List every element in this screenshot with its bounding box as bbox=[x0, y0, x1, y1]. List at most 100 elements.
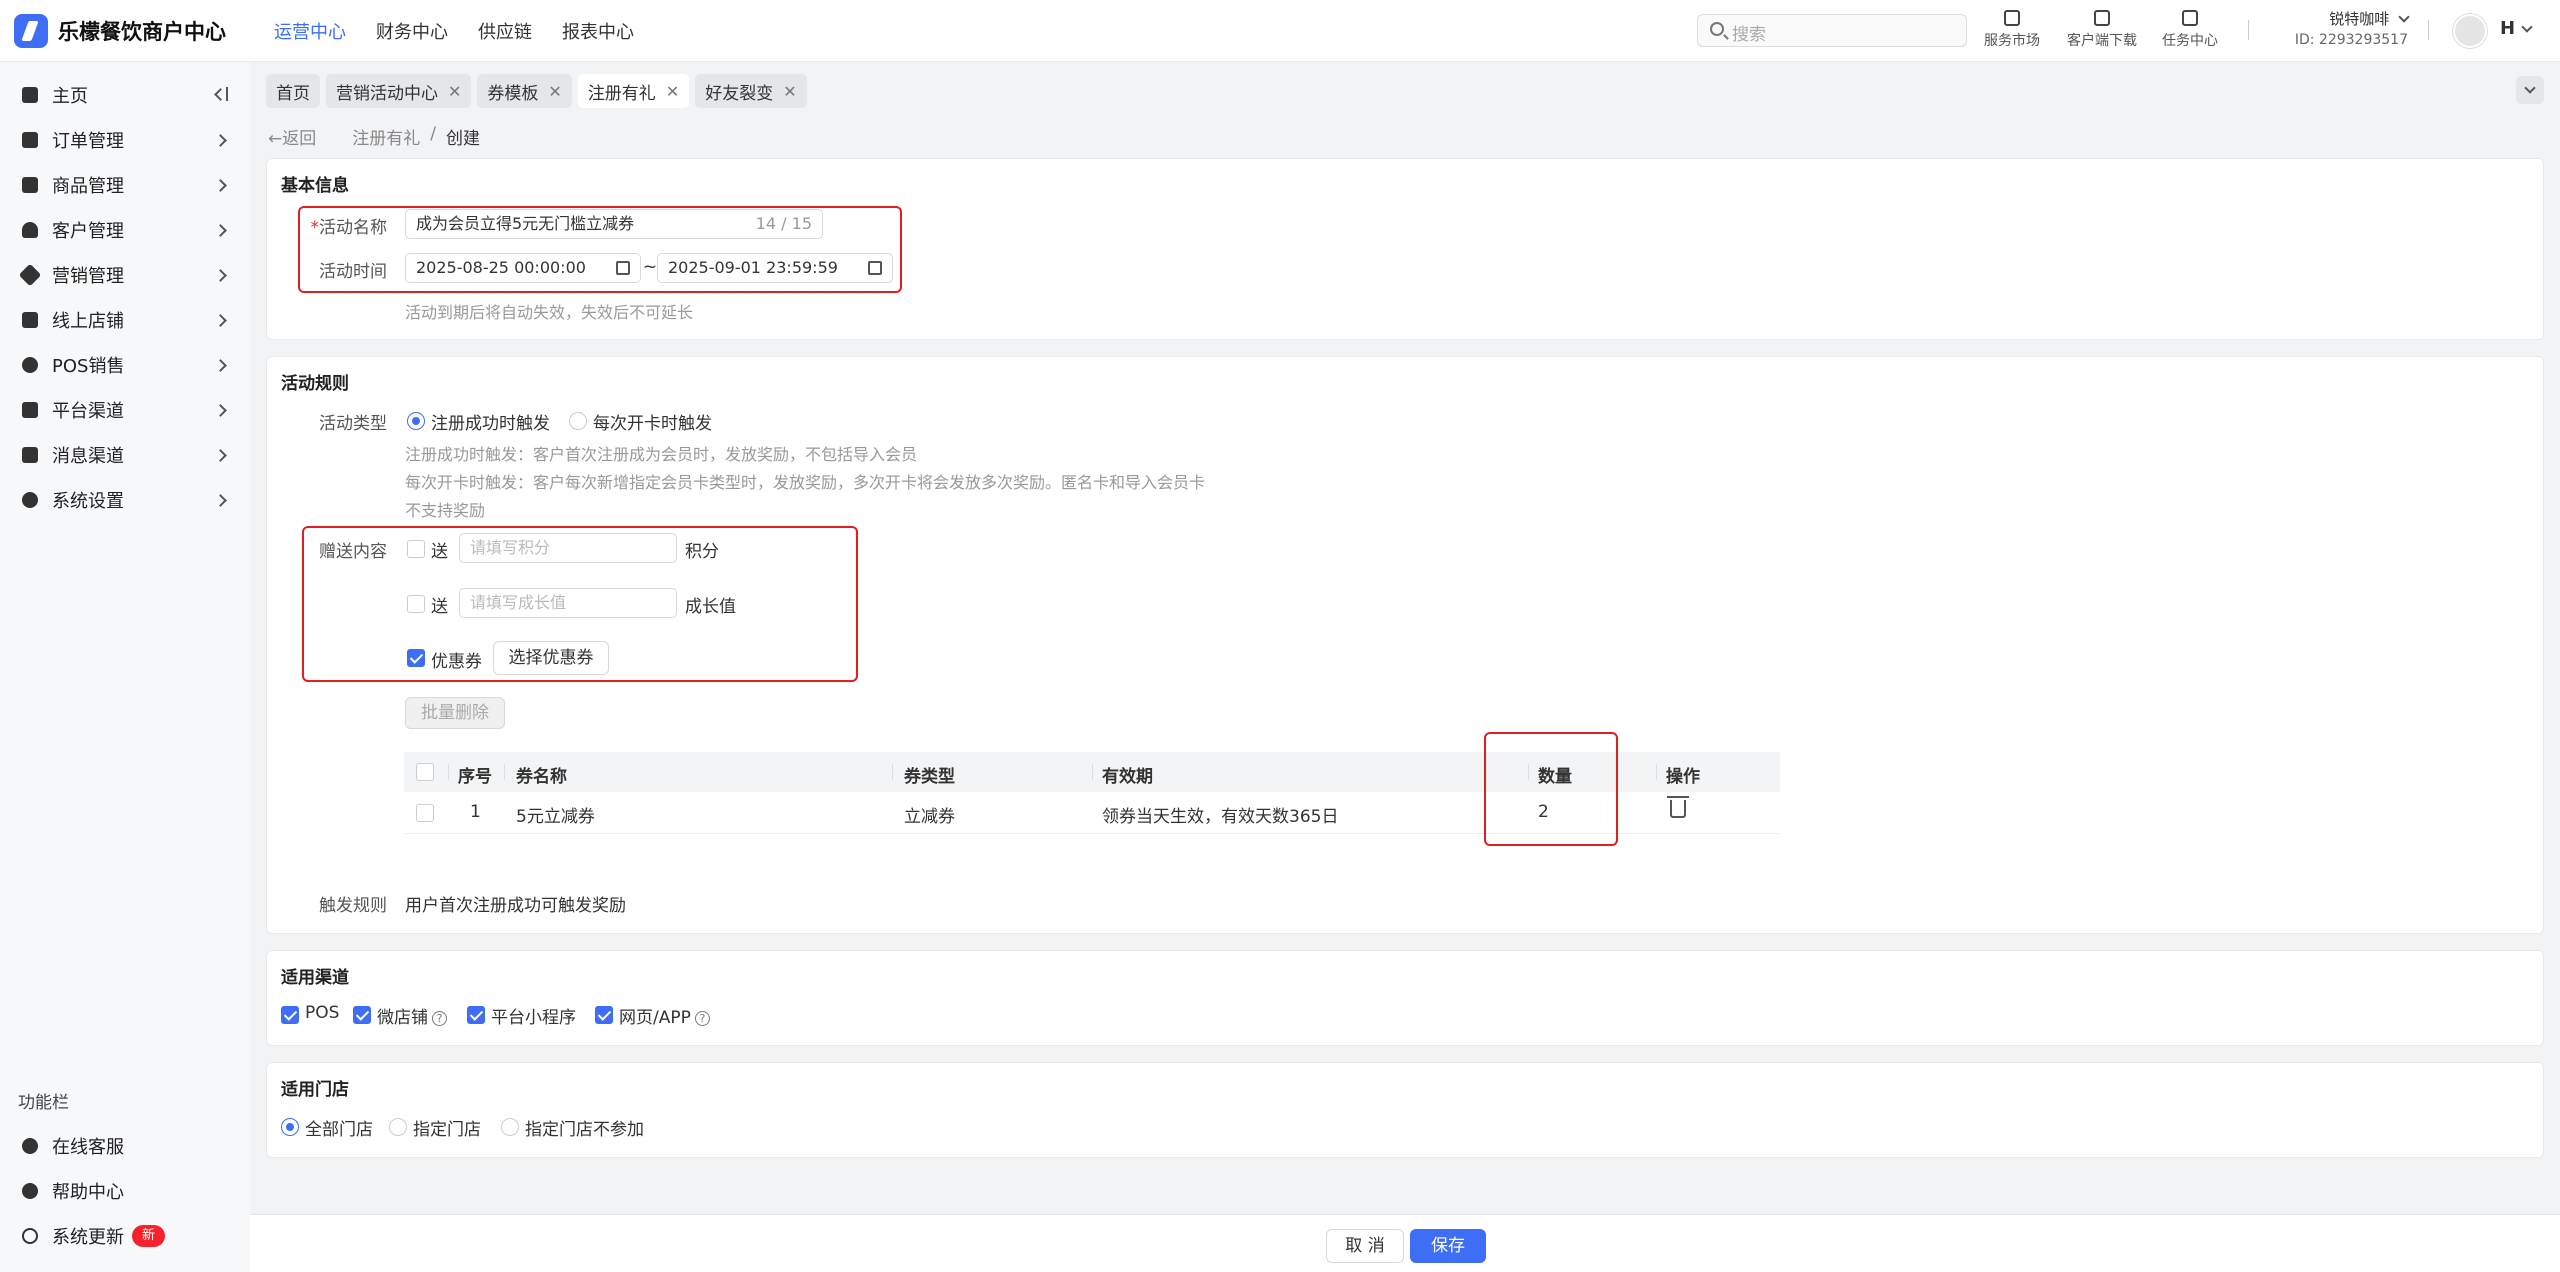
tab-more-button[interactable] bbox=[2516, 76, 2544, 104]
tab-marketing-center[interactable]: 营销活动中心 ✕ bbox=[326, 74, 472, 108]
sidebar-item-system-update[interactable]: 系统更新 新 bbox=[0, 1215, 250, 1257]
bank-icon bbox=[22, 402, 38, 418]
tab-home[interactable]: 首页 bbox=[266, 74, 320, 108]
sidebar-item-help-center[interactable]: 帮助中心 bbox=[0, 1170, 250, 1212]
store-excluded-label: 指定门店不参加 bbox=[525, 1120, 644, 1140]
headset-icon bbox=[22, 1138, 38, 1154]
search-icon bbox=[1710, 22, 1724, 36]
search-input[interactable]: 搜索 bbox=[1697, 14, 1967, 47]
sidebar-item-products[interactable]: 商品管理 bbox=[0, 164, 250, 206]
column-divider bbox=[448, 764, 449, 780]
help-icon[interactable]: ? bbox=[432, 1011, 447, 1026]
tab-label: 营销活动中心 bbox=[336, 83, 438, 104]
clipboard-icon bbox=[2182, 10, 2198, 26]
select-all-checkbox[interactable] bbox=[416, 763, 434, 781]
tab-register-gift[interactable]: 注册有礼 ✕ bbox=[577, 74, 690, 108]
sidebar-item-customers[interactable]: 客户管理 bbox=[0, 209, 250, 251]
chevron-right-icon bbox=[214, 313, 227, 327]
chevron-right-icon bbox=[214, 448, 227, 462]
type-register-label: 注册成功时触发 bbox=[431, 414, 550, 434]
tab-label: 首页 bbox=[276, 83, 310, 104]
close-icon[interactable]: ✕ bbox=[783, 82, 796, 101]
store-specified-radio[interactable] bbox=[389, 1118, 407, 1136]
column-divider bbox=[892, 764, 893, 780]
client-download-button[interactable]: 客户端下载 bbox=[2062, 8, 2142, 50]
close-icon[interactable]: ✕ bbox=[548, 82, 561, 101]
task-center-button[interactable]: 任务中心 bbox=[2150, 8, 2230, 50]
breadcrumb-separator: / bbox=[430, 124, 436, 144]
sidebar-item-label: 帮助中心 bbox=[52, 1182, 124, 1203]
save-button[interactable]: 保存 bbox=[1410, 1229, 1486, 1263]
nav-finance[interactable]: 财务中心 bbox=[376, 18, 448, 44]
channel-miniprogram-checkbox[interactable] bbox=[467, 1006, 485, 1024]
nav-operations[interactable]: 运营中心 bbox=[274, 18, 346, 44]
close-icon[interactable]: ✕ bbox=[666, 82, 679, 101]
breadcrumb-parent[interactable]: 注册有礼 bbox=[352, 124, 420, 149]
column-divider bbox=[504, 764, 505, 780]
account-id: ID: 2293293517 bbox=[2294, 32, 2408, 48]
store-excluded-radio[interactable] bbox=[501, 1118, 519, 1136]
tab-coupon-template[interactable]: 券模板 ✕ bbox=[477, 74, 572, 108]
function-bar-title: 功能栏 bbox=[18, 1093, 69, 1113]
sidebar-item-label: 营销管理 bbox=[52, 266, 124, 287]
chevron-right-icon bbox=[214, 133, 227, 147]
logo-icon bbox=[14, 14, 48, 48]
sidebar-item-online-store[interactable]: 线上店铺 bbox=[0, 299, 250, 341]
sidebar-item-label: 系统设置 bbox=[52, 491, 124, 512]
app-title: 乐檬餐饮商户中心 bbox=[58, 20, 226, 44]
user-icon bbox=[22, 222, 38, 238]
new-badge: 新 bbox=[132, 1225, 166, 1247]
tab-friend-referral[interactable]: 好友裂变 ✕ bbox=[695, 74, 807, 108]
folder-download-icon bbox=[2094, 10, 2110, 26]
sidebar-item-online-support[interactable]: 在线客服 bbox=[0, 1125, 250, 1167]
back-label: 返回 bbox=[282, 129, 317, 149]
trash-icon[interactable] bbox=[1667, 796, 1689, 818]
batch-delete-button[interactable]: 批量删除 bbox=[405, 697, 505, 729]
service-market-button[interactable]: 服务市场 bbox=[1972, 8, 2052, 50]
sidebar-item-home[interactable]: 主页 bbox=[0, 74, 250, 116]
col-header-type: 券类型 bbox=[904, 767, 955, 787]
sidebar-item-pos-sales[interactable]: POS销售 bbox=[0, 344, 250, 386]
app-logo[interactable]: 乐檬餐饮商户中心 bbox=[14, 14, 226, 48]
account-switcher[interactable]: 锐特咖啡 ID: 2293293517 bbox=[2268, 8, 2410, 48]
channel-microstore-checkbox[interactable] bbox=[353, 1006, 371, 1024]
highlight-box bbox=[298, 206, 902, 293]
type-open-card-radio[interactable] bbox=[569, 412, 587, 430]
sidebar-item-label: 系统更新 bbox=[52, 1227, 124, 1248]
activity-type-label: 活动类型 bbox=[319, 414, 387, 434]
sidebar-item-label: 在线客服 bbox=[52, 1137, 124, 1158]
back-link[interactable]: ←返回 bbox=[268, 124, 316, 149]
store-specified-label: 指定门店 bbox=[413, 1120, 481, 1140]
user-initial: H bbox=[2500, 18, 2516, 39]
nav-reports[interactable]: 报表中心 bbox=[562, 18, 634, 44]
service-market-label: 服务市场 bbox=[1984, 33, 2040, 49]
channel-pos-checkbox[interactable] bbox=[281, 1006, 299, 1024]
close-icon[interactable]: ✕ bbox=[448, 82, 461, 101]
channel-web-app-checkbox[interactable] bbox=[595, 1006, 613, 1024]
avatar[interactable] bbox=[2453, 14, 2487, 48]
type-register-radio[interactable] bbox=[407, 412, 425, 430]
chevron-right-icon bbox=[214, 493, 227, 507]
sidebar-item-platform-channels[interactable]: 平台渠道 bbox=[0, 389, 250, 431]
sidebar-item-label: 消息渠道 bbox=[52, 446, 124, 467]
trigger-rule-label: 触发规则 bbox=[319, 896, 387, 916]
store-all-label: 全部门店 bbox=[305, 1120, 373, 1140]
sidebar-item-orders[interactable]: 订单管理 bbox=[0, 119, 250, 161]
nav-supply-chain[interactable]: 供应链 bbox=[478, 18, 532, 44]
row-checkbox[interactable] bbox=[416, 804, 434, 822]
arrow-left-icon: ← bbox=[268, 129, 283, 149]
expiry-hint: 活动到期后将自动失效，失效后不可延长 bbox=[405, 303, 694, 322]
sidebar-item-message-channels[interactable]: 消息渠道 bbox=[0, 434, 250, 476]
collapse-sidebar-icon[interactable] bbox=[214, 87, 230, 101]
store-icon bbox=[22, 312, 38, 328]
sidebar-item-label: 平台渠道 bbox=[52, 401, 124, 422]
section-title: 基本信息 bbox=[281, 176, 349, 196]
store-all-radio[interactable] bbox=[281, 1118, 299, 1136]
highlight-box bbox=[1484, 732, 1618, 846]
sidebar-item-system-settings[interactable]: 系统设置 bbox=[0, 479, 250, 521]
user-menu[interactable]: H bbox=[2500, 18, 2534, 39]
sidebar-item-marketing[interactable]: 营销管理 bbox=[0, 254, 250, 296]
cancel-button[interactable]: 取 消 bbox=[1326, 1229, 1404, 1263]
help-icon[interactable]: ? bbox=[694, 1011, 710, 1026]
chevron-right-icon bbox=[214, 358, 227, 372]
